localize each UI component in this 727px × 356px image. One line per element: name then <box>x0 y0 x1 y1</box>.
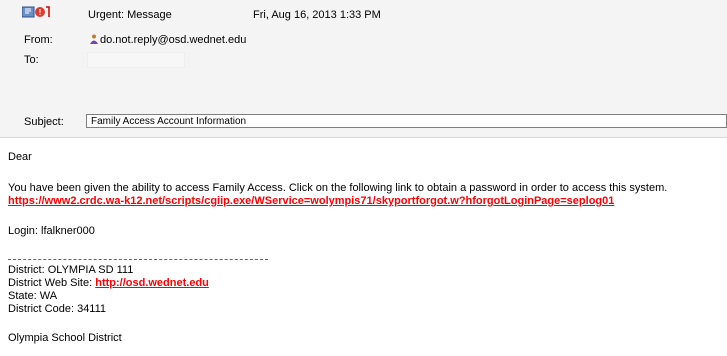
district-label: District: <box>8 264 48 276</box>
svg-text:!: ! <box>39 8 42 17</box>
message-header: ! Urgent: Message Fri, Aug 16, 2013 1:33… <box>0 0 727 138</box>
subject-field[interactable]: Family Access Account Information <box>86 114 727 128</box>
from-label: From: <box>24 34 53 46</box>
sender-icon <box>90 34 98 44</box>
password-reset-link[interactable]: https://www2.crdc.wa-k12.net/scripts/cgi… <box>8 195 614 207</box>
state-line: State: WA <box>8 290 58 302</box>
greeting: Dear <box>8 151 32 163</box>
district-website-link[interactable]: http://osd.wednet.edu <box>95 277 209 289</box>
intro-text: You have been given the ability to acces… <box>8 182 668 194</box>
separator <box>8 259 268 261</box>
login-line: Login: lfalkner000 <box>8 225 95 237</box>
message-date: Fri, Aug 16, 2013 1:33 PM <box>253 9 381 21</box>
to-label: To: <box>24 54 39 66</box>
signature: Olympia School District <box>8 332 122 344</box>
from-value[interactable]: do.not.reply@osd.wednet.edu <box>100 34 246 46</box>
subject-label: Subject: <box>24 116 64 128</box>
website-line: District Web Site: http://osd.wednet.edu <box>8 277 209 289</box>
to-field[interactable] <box>87 52 185 68</box>
district-value: OLYMPIA SD 111 <box>47 264 134 276</box>
district-code-line: District Code: 34111 <box>8 303 107 315</box>
website-label: District Web Site: <box>8 277 96 289</box>
district-line: District: OLYMPIA SD 111 <box>8 264 133 276</box>
message-title: Urgent: Message <box>88 9 172 21</box>
urgent-flag-icon: ! <box>22 6 50 18</box>
